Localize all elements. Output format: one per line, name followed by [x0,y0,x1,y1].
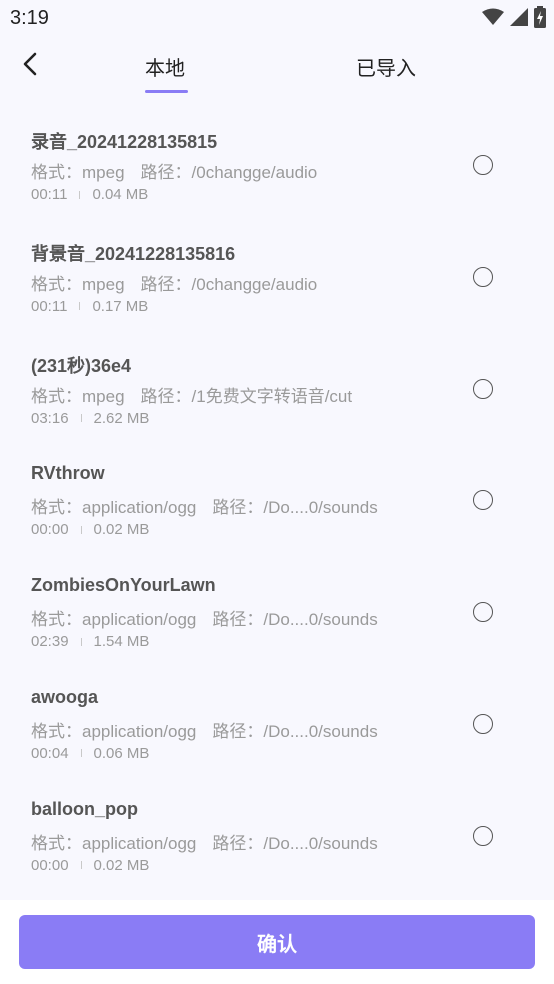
select-radio[interactable] [473,266,493,287]
file-path: /Do....0/sounds [263,721,378,741]
file-path: /Do....0/sounds [263,833,378,853]
file-info: 03:16 2.62 MB [31,410,149,427]
file-path: /0changge/audio [191,274,318,294]
file-meta: 格式：application/ogg 路径：/Do....0/sounds [31,829,378,854]
file-title: 背景音_20241228135816 [31,243,236,264]
file-path: /Do....0/sounds [263,610,378,630]
path-label: 路径： [140,386,192,406]
path-label: 路径： [212,833,264,853]
path-label: 路径： [140,274,192,294]
status-icons [482,5,546,33]
file-title: (231秒)36e4 [31,355,132,376]
format-label: 格式： [31,274,82,294]
active-tab-indicator [145,90,188,93]
file-meta: 格式：mpeg 路径：/0changge/audio [31,270,317,295]
file-duration: 00:11 [31,186,68,203]
battery-icon [534,5,546,33]
file-format: mpeg [82,386,125,406]
list-item[interactable]: 录音_20241228135815 格式：mpeg 路径：/0changge/au… [0,110,554,222]
format-label: 格式： [31,386,82,406]
file-format: application/ogg [82,721,197,741]
file-meta: 格式：mpeg 路径：/1免费文字转语音/cut [31,382,352,407]
format-label: 格式： [31,721,82,741]
file-size: 1.54 MB [93,633,150,651]
file-format: application/ogg [82,610,197,630]
info-divider [80,637,82,646]
file-title: RVthrow [31,463,105,484]
info-divider [80,861,82,870]
tab-local[interactable]: 本地 [145,52,185,81]
file-size: 0.04 MB [92,186,149,203]
chevron-left-icon [22,52,38,81]
signal-icon [510,7,528,31]
back-button[interactable] [14,50,46,82]
path-label: 路径： [212,610,264,630]
file-duration: 00:00 [31,521,69,539]
format-label: 格式： [31,610,82,630]
file-info: 00:11 0.17 MB [31,298,148,315]
confirm-button[interactable]: 确认 [19,915,535,969]
file-info: 02:39 1.54 MB [31,633,149,650]
format-label: 格式： [31,833,82,853]
list-item[interactable]: balloon_pop 格式：application/ogg 路径：/Do....… [0,781,554,893]
file-info: 00:00 0.02 MB [31,857,149,874]
file-title: 录音_20241228135815 [31,132,218,152]
file-info: 00:11 0.04 MB [31,186,148,203]
path-label: 路径： [140,163,192,182]
file-list: 录音_20241228135815 格式：mpeg 路径：/0changge/au… [0,110,554,893]
file-title: ZombiesOnYourLawn [31,575,216,596]
file-duration: 00:11 [31,297,68,315]
list-item[interactable]: (231秒)36e4 格式：mpeg 路径：/1免费文字转语音/cut 03:16… [0,334,554,446]
list-item[interactable]: awooga 格式：application/ogg 路径：/Do....0/sou… [0,669,554,781]
footer-bar: 确认 [0,900,554,984]
file-meta: 格式：application/ogg 路径：/Do....0/sounds [31,493,378,518]
info-divider [80,525,82,534]
info-divider [79,190,81,199]
info-divider [79,302,81,311]
select-radio[interactable] [473,825,493,846]
select-radio[interactable] [473,602,493,623]
file-meta: 格式：application/ogg 路径：/Do....0/sounds [31,605,378,630]
file-size: 0.02 MB [93,856,150,874]
list-item[interactable]: 背景音_20241228135816 格式：mpeg 路径：/0changge/a… [0,222,554,334]
file-duration: 03:16 [31,409,69,427]
info-divider [80,749,82,758]
select-radio[interactable] [473,490,493,511]
path-label: 路径： [212,721,264,741]
tab-imported[interactable]: 已导入 [356,52,416,81]
format-label: 格式： [31,498,82,518]
file-format: mpeg [82,274,125,294]
file-duration: 00:00 [31,856,69,874]
file-path: /0changge/audio [191,163,318,182]
status-bar: 3:19 [0,0,554,38]
file-title: balloon_pop [31,798,138,819]
file-path: /1免费文字转语音/cut [191,386,353,406]
list-item[interactable]: ZombiesOnYourLawn 格式：application/ogg 路径：/… [0,557,554,669]
format-label: 格式： [31,163,82,182]
file-meta: 格式：mpeg 路径：/0changge/audio [31,158,317,183]
file-duration: 02:39 [31,633,69,651]
file-duration: 00:04 [31,744,69,762]
file-size: 0.06 MB [93,744,150,762]
file-size: 0.02 MB [93,521,150,539]
select-radio[interactable] [473,378,493,399]
top-bar: 本地 已导入 [0,38,554,98]
file-path: /Do....0/sounds [263,498,378,518]
select-radio[interactable] [473,713,493,734]
status-time: 3:19 [10,7,49,29]
select-radio[interactable] [473,155,493,175]
file-format: application/ogg [82,833,197,853]
file-info: 00:04 0.06 MB [31,745,149,762]
wifi-icon [482,8,504,31]
file-info: 00:00 0.02 MB [31,521,149,538]
file-format: application/ogg [82,498,197,518]
file-size: 2.62 MB [93,409,150,427]
list-item[interactable]: RVthrow 格式：application/ogg 路径：/Do....0/so… [0,445,554,557]
file-size: 0.17 MB [92,297,149,315]
path-label: 路径： [212,498,264,518]
file-meta: 格式：application/ogg 路径：/Do....0/sounds [31,717,378,742]
file-format: mpeg [82,163,125,182]
file-title: awooga [31,686,99,707]
info-divider [80,414,82,423]
